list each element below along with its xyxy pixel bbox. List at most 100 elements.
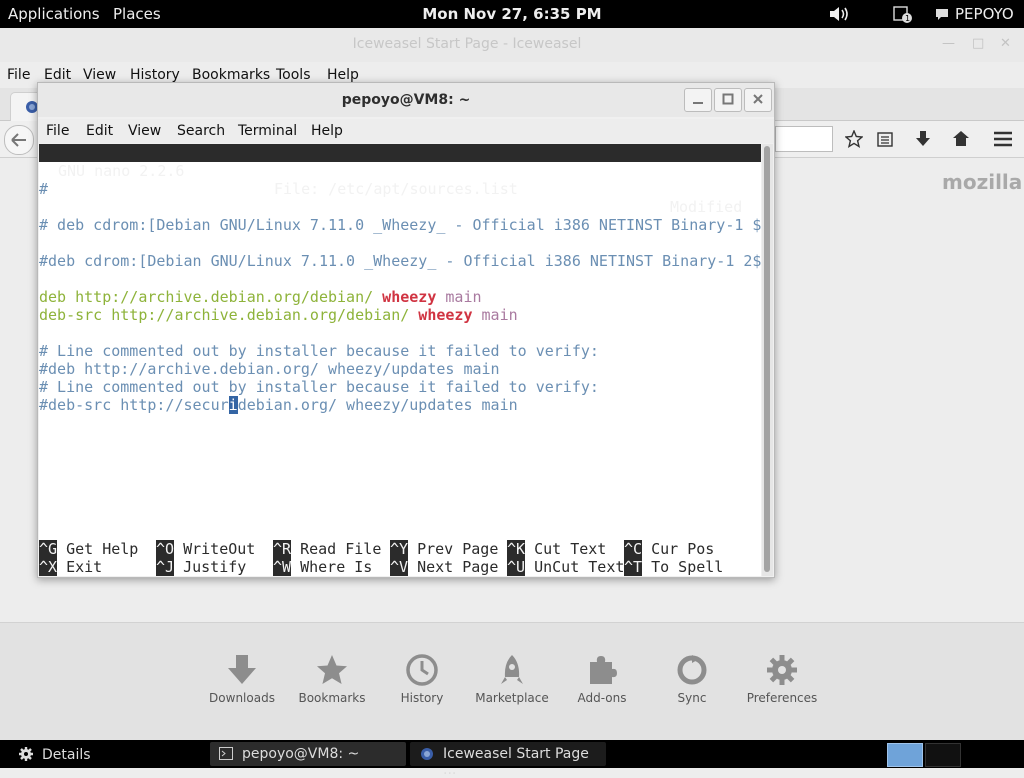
iceweasel-icon bbox=[421, 748, 433, 760]
nano-header: GNU nano 2.2.6 File: /etc/apt/sources.li… bbox=[39, 144, 761, 216]
browser-minimize-button[interactable]: — bbox=[942, 36, 955, 51]
terminal-menu-view[interactable]: View bbox=[128, 123, 161, 139]
nano-filename: File: /etc/apt/sources.list bbox=[274, 180, 518, 198]
shortcut-writeout: ^O WriteOut bbox=[156, 540, 256, 558]
browser-titlebar: Iceweasel Start Page - Iceweasel — □ ✕ bbox=[0, 28, 1024, 63]
terminal-maximize-button[interactable] bbox=[714, 88, 742, 112]
details-button[interactable]: Details bbox=[42, 747, 91, 763]
launcher-bookmarks[interactable]: Bookmarks bbox=[287, 653, 377, 705]
bottom-taskbar: Details pepoyo@VM8: ~ Iceweasel Start Pa… bbox=[0, 740, 1024, 778]
browser-menu-help[interactable]: Help bbox=[327, 67, 359, 83]
repo-url: http://archive.debian.org/debian/ bbox=[111, 306, 410, 324]
browser-close-button[interactable]: ✕ bbox=[1000, 36, 1011, 51]
svg-text:1: 1 bbox=[905, 14, 910, 23]
shortcut-get-help: ^G Get Help bbox=[39, 540, 139, 558]
nano-modified-status: Modified bbox=[670, 198, 743, 216]
terminal-scrollbar[interactable] bbox=[762, 144, 773, 576]
shortcut-uncut-text: ^U UnCut Text bbox=[507, 558, 625, 576]
volume-icon[interactable] bbox=[828, 5, 854, 23]
shortcut-exit: ^X Exit bbox=[39, 558, 103, 576]
terminal-titlebar[interactable]: pepoyo@VM8: ~ bbox=[38, 83, 774, 117]
rocket-icon bbox=[501, 655, 523, 684]
file-line: deb-src http://archive.debian.org/debian… bbox=[39, 306, 518, 324]
workspace-1[interactable] bbox=[887, 743, 923, 767]
task-terminal[interactable]: pepoyo@VM8: ~ bbox=[210, 742, 406, 766]
back-button[interactable] bbox=[4, 125, 34, 155]
maximize-icon bbox=[722, 93, 734, 105]
launcher-preferences[interactable]: Preferences bbox=[737, 653, 827, 705]
browser-window-title: Iceweasel Start Page - Iceweasel bbox=[352, 36, 582, 52]
component: main bbox=[481, 306, 518, 324]
text-cursor: i bbox=[228, 396, 238, 414]
gear-icon[interactable] bbox=[18, 746, 34, 762]
launcher-history[interactable]: History bbox=[377, 653, 467, 705]
component: main bbox=[445, 288, 482, 306]
top-bar: Applications Places Mon Nov 27, 6:35 PM … bbox=[0, 0, 1024, 28]
file-line: #deb-src http://securidebian.org/ wheezy… bbox=[39, 396, 518, 414]
places-menu[interactable]: Places bbox=[113, 5, 161, 23]
shortcut-read-file: ^R Read File bbox=[273, 540, 382, 558]
file-line: # Line commented out by installer becaus… bbox=[39, 378, 599, 396]
terminal-menu-file[interactable]: File bbox=[46, 123, 69, 139]
browser-menu-bookmarks[interactable]: Bookmarks bbox=[192, 67, 270, 83]
task-iceweasel[interactable]: Iceweasel Start Page ... bbox=[410, 742, 606, 778]
downloads-icon[interactable] bbox=[915, 130, 931, 148]
shortcut-next-page: ^V Next Page bbox=[390, 558, 499, 576]
distribution: wheezy bbox=[418, 306, 473, 324]
shortcut-to-spell: ^T To Spell bbox=[624, 558, 724, 576]
bookmark-star-icon[interactable] bbox=[845, 130, 863, 148]
browser-menu-tools[interactable]: Tools bbox=[276, 67, 311, 83]
browser-maximize-button[interactable]: □ bbox=[972, 36, 984, 51]
terminal-menu-help[interactable]: Help bbox=[311, 123, 343, 139]
clock[interactable]: Mon Nov 27, 6:35 PM bbox=[422, 5, 601, 23]
notification-icon[interactable]: 1 bbox=[892, 4, 914, 24]
mozilla-logo: mozilla bbox=[942, 170, 1023, 194]
terminal-menu-edit[interactable]: Edit bbox=[86, 123, 113, 139]
back-arrow-icon bbox=[11, 133, 26, 147]
search-input[interactable] bbox=[775, 126, 833, 152]
terminal-icon bbox=[219, 747, 233, 760]
close-icon bbox=[753, 94, 763, 104]
scrollbar-thumb[interactable] bbox=[764, 146, 770, 572]
minimize-icon bbox=[693, 102, 703, 104]
hamburger-menu-icon[interactable] bbox=[993, 131, 1013, 147]
star-icon bbox=[317, 655, 347, 684]
applications-menu[interactable]: Applications bbox=[8, 5, 100, 23]
browser-menu-view[interactable]: View bbox=[83, 67, 116, 83]
browser-menu-history[interactable]: History bbox=[130, 67, 180, 83]
home-icon[interactable] bbox=[952, 130, 970, 147]
terminal-minimize-button[interactable] bbox=[684, 88, 712, 112]
file-line: #deb cdrom:[Debian GNU/Linux 7.11.0 _Whe… bbox=[39, 252, 761, 270]
shortcut-where-is: ^W Where Is bbox=[273, 558, 373, 576]
terminal-window-title: pepoyo@VM8: ~ bbox=[341, 92, 471, 108]
file-line: # Line commented out by installer becaus… bbox=[39, 342, 599, 360]
browser-menu-file[interactable]: File bbox=[7, 67, 30, 83]
terminal-menu-search[interactable]: Search bbox=[177, 123, 225, 139]
terminal-close-button[interactable] bbox=[744, 88, 772, 112]
user-menu[interactable]: PEPOYO bbox=[955, 5, 1014, 23]
browser-menu-edit[interactable]: Edit bbox=[44, 67, 71, 83]
launcher-downloads[interactable]: Downloads bbox=[197, 653, 287, 705]
deb-keyword: deb bbox=[39, 288, 67, 306]
repo-url: http://archive.debian.org/debian/ bbox=[75, 288, 374, 306]
distribution: wheezy bbox=[382, 288, 437, 306]
shortcut-justify: ^J Justify bbox=[156, 558, 247, 576]
file-line: #deb http://archive.debian.org/ wheezy/u… bbox=[39, 360, 500, 378]
start-page-launcher: Downloads Bookmarks History Marketplace … bbox=[0, 622, 1024, 741]
puzzle-icon bbox=[590, 656, 617, 684]
shortcut-cut-text: ^K Cut Text bbox=[507, 540, 607, 558]
terminal-menu-terminal[interactable]: Terminal bbox=[238, 123, 297, 139]
bookmarks-list-icon[interactable] bbox=[877, 130, 893, 148]
gear-icon bbox=[767, 655, 797, 685]
launcher-marketplace[interactable]: Marketplace bbox=[467, 653, 557, 705]
file-line: deb http://archive.debian.org/debian/ wh… bbox=[39, 288, 482, 306]
file-line: # bbox=[39, 180, 49, 198]
workspace-2[interactable] bbox=[925, 743, 961, 767]
clock-icon bbox=[406, 654, 438, 686]
file-line: # deb cdrom:[Debian GNU/Linux 7.11.0 _Wh… bbox=[39, 216, 761, 234]
terminal-window: pepoyo@VM8: ~ File Edit View Search Term… bbox=[37, 82, 775, 578]
terminal-screen[interactable]: GNU nano 2.2.6 File: /etc/apt/sources.li… bbox=[39, 144, 761, 576]
launcher-addons[interactable]: Add-ons bbox=[557, 653, 647, 705]
launcher-sync[interactable]: Sync bbox=[647, 653, 737, 705]
chat-icon[interactable] bbox=[935, 7, 949, 21]
